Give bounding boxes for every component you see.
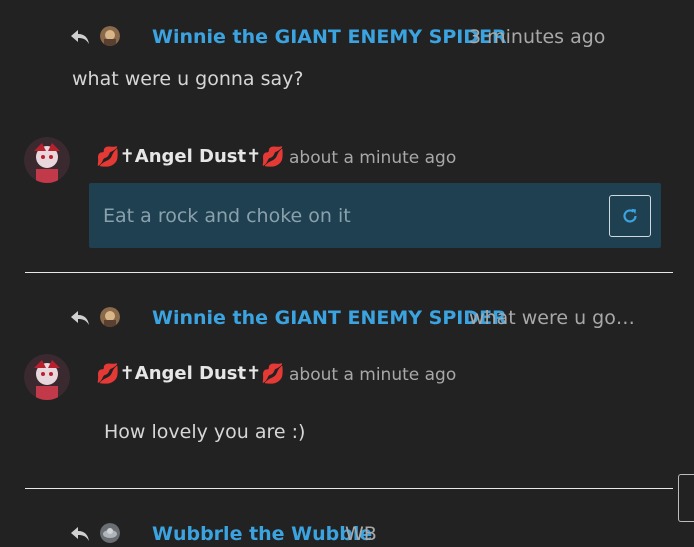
reply-author[interactable]: Wubbrle the Wubble — [152, 523, 372, 545]
kiss-mark-icon: 💋 — [261, 146, 285, 168]
reply-author[interactable]: Winnie the GIANT ENEMY SPIDER — [152, 307, 507, 329]
comment-time[interactable]: 3 minutes ago — [469, 26, 605, 48]
reply-preview[interactable]: what were u gonna say? — [469, 307, 641, 329]
comment-edit-input[interactable]: Eat a rock and choke on it — [103, 205, 351, 227]
comment-author-name[interactable]: 💋 ✝ Angel Dust ✝ 💋 — [96, 362, 285, 385]
refresh-button[interactable] — [609, 195, 651, 237]
side-scroll-tab[interactable] — [678, 474, 694, 522]
avatar[interactable] — [24, 354, 70, 400]
reply-preview[interactable]: WB — [345, 523, 377, 545]
comment-text: How lovely you are :) — [104, 421, 306, 443]
cross-icon: ✝ — [119, 363, 135, 384]
cross-icon: ✝ — [246, 146, 262, 167]
avatar[interactable] — [24, 137, 70, 183]
comment-time[interactable]: about a minute ago — [289, 365, 456, 385]
comment-edit-box: Eat a rock and choke on it — [89, 183, 661, 248]
comment-author[interactable]: Angel Dust — [135, 363, 246, 384]
divider — [25, 272, 673, 273]
comment-author[interactable]: Angel Dust — [135, 146, 246, 167]
avatar[interactable] — [100, 523, 120, 543]
divider — [25, 488, 673, 489]
comment-author[interactable]: Winnie the GIANT ENEMY SPIDER — [152, 26, 507, 48]
comment-time[interactable]: about a minute ago — [289, 148, 456, 168]
avatar[interactable] — [100, 307, 120, 327]
reply-icon[interactable] — [70, 525, 90, 547]
reply-icon[interactable] — [70, 309, 90, 331]
avatar[interactable] — [100, 26, 120, 46]
kiss-mark-icon: 💋 — [96, 363, 120, 385]
comment-author-name[interactable]: 💋 ✝ Angel Dust ✝ 💋 — [96, 145, 285, 168]
cross-icon: ✝ — [246, 363, 262, 384]
reply-icon[interactable] — [70, 28, 90, 50]
comment-text: what were u gonna say? — [72, 68, 304, 90]
refresh-icon — [623, 208, 637, 223]
kiss-mark-icon: 💋 — [96, 146, 120, 168]
cross-icon: ✝ — [119, 146, 135, 167]
kiss-mark-icon: 💋 — [261, 363, 285, 385]
